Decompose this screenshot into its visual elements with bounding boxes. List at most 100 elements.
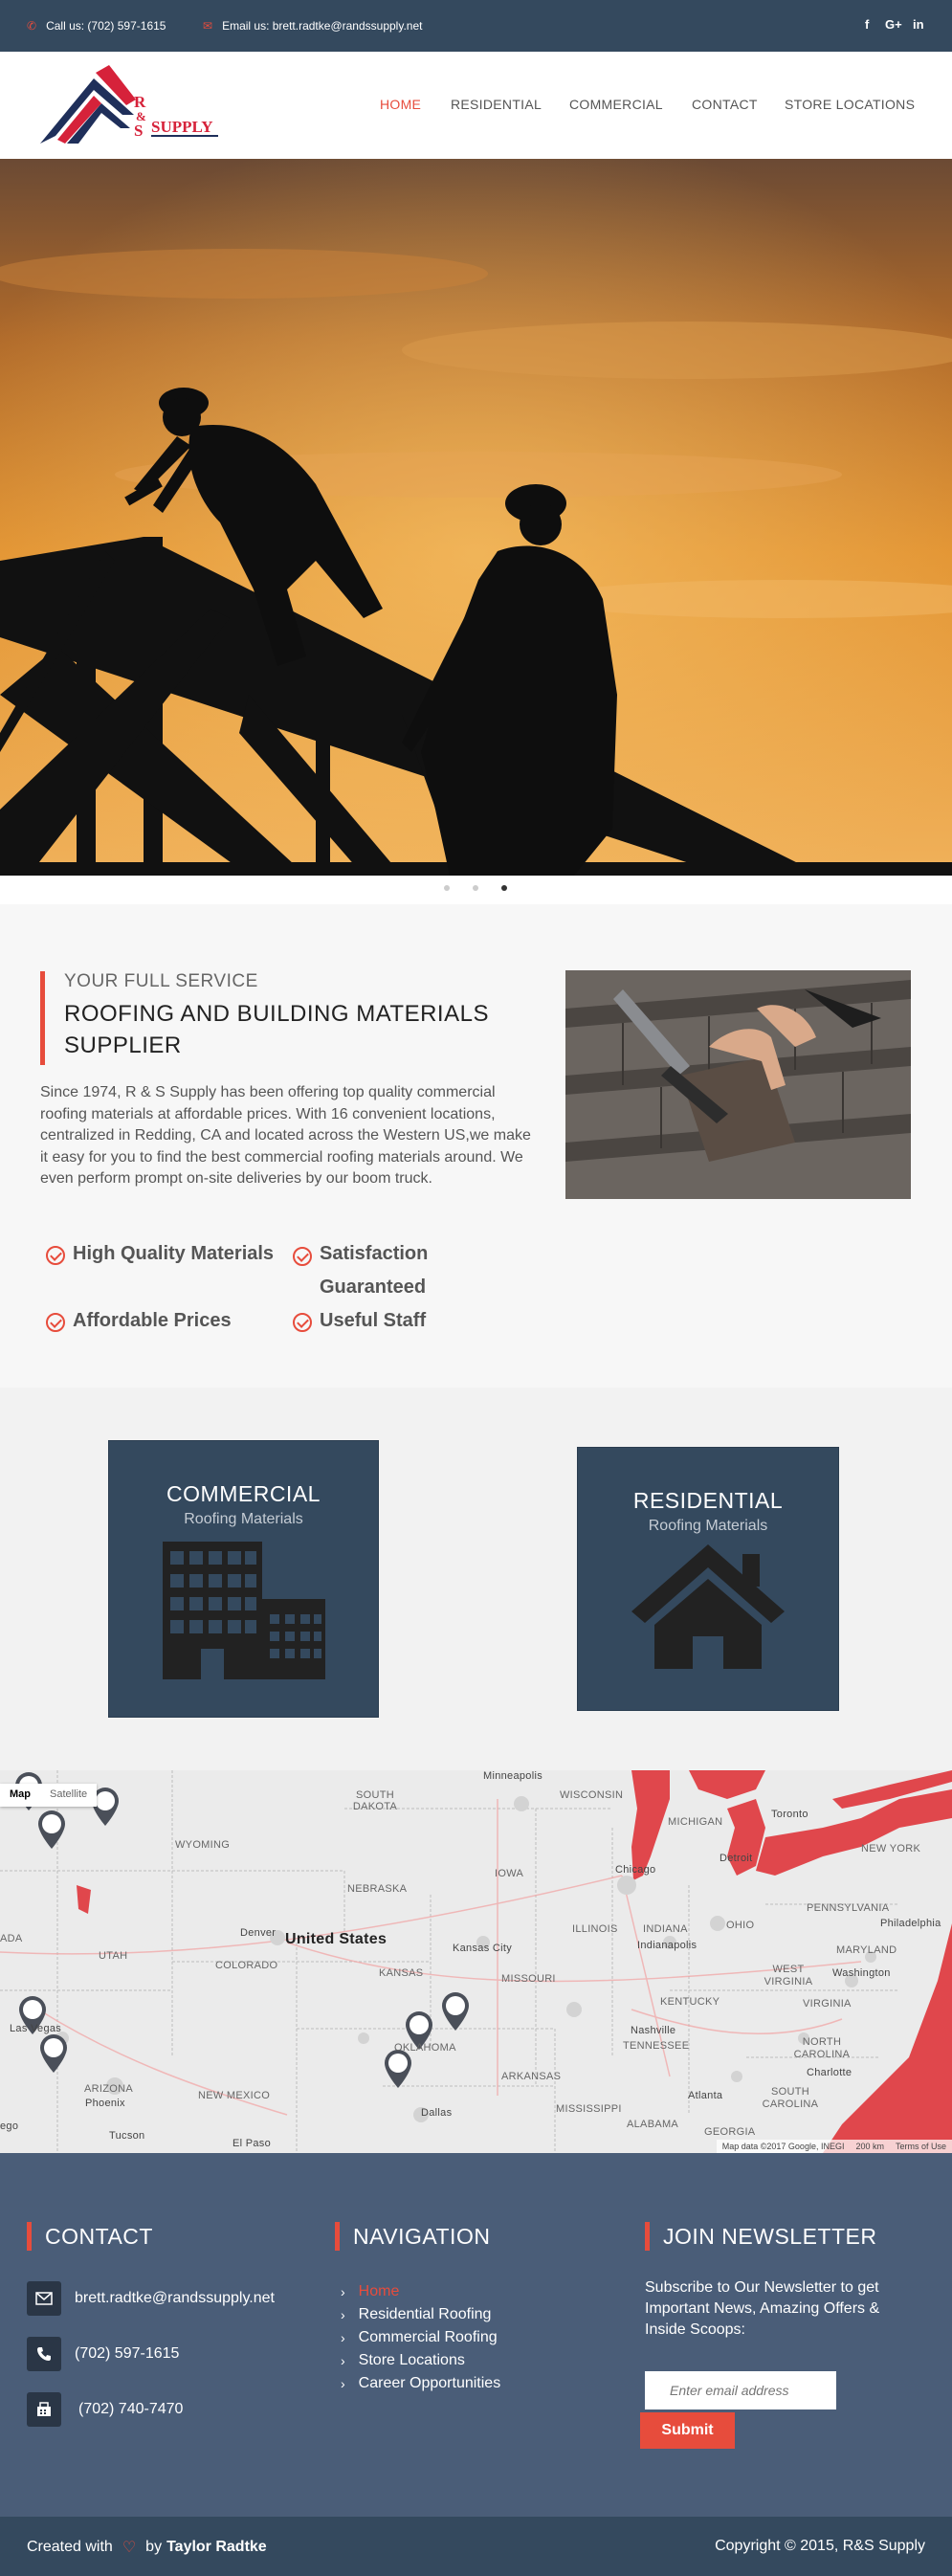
map-label: OHIO [726, 1920, 755, 1931]
feature-staff: Useful Staff [293, 1310, 426, 1332]
hero-slider [0, 159, 952, 876]
footer-link-careers[interactable]: › Career Opportunities [341, 2375, 500, 2392]
footer-link-commercial[interactable]: › Commercial Roofing [341, 2329, 498, 2346]
map-label: UTAH [99, 1950, 128, 1962]
map-city: Atlanta [688, 2090, 723, 2101]
call-text: Call us: (702) 597-1615 [46, 19, 166, 33]
map-city: Dallas [421, 2107, 453, 2119]
email-text: Email us: brett.radtke@randssupply.net [222, 19, 423, 33]
map-label: PENNSYLVANIA [807, 1902, 890, 1914]
map-label: WISCONSIN [560, 1789, 624, 1801]
envelope-icon: ✉ [203, 19, 213, 33]
linkedin-icon[interactable]: in [913, 17, 924, 32]
nav-residential[interactable]: RESIDENTIAL [451, 97, 542, 112]
map-label: MICHIGAN [668, 1816, 723, 1828]
footer-phone[interactable]: (702) 597-1615 [27, 2337, 179, 2371]
slider-dots [0, 876, 952, 904]
map-label: ARIZONA [84, 2083, 133, 2095]
about-heading: YOUR FULL SERVICE ROOFING AND BUILDING M… [40, 971, 538, 1065]
map-label: INDIANA [643, 1923, 688, 1935]
fax-icon [27, 2392, 61, 2427]
logo[interactable]: R & S SUPPLY [38, 65, 230, 147]
map-label: ARKANSAS [501, 2071, 562, 2082]
footer-fax-text: (702) 740-7470 [78, 2401, 184, 2417]
footer-link-home[interactable]: › Home [341, 2283, 399, 2300]
site-footer: CONTACT NAVIGATION JOIN NEWSLETTER brett… [0, 2153, 952, 2517]
footer-nav-title: NAVIGATION [335, 2222, 490, 2251]
footer-fax: (702) 740-7470 [27, 2392, 183, 2427]
map-city: Philadelphia [880, 1918, 941, 1929]
map-label: ADA [0, 1933, 23, 1944]
map-city: Indianapolis [637, 1940, 697, 1951]
map-label: KENTUCKY [660, 1996, 720, 2008]
phone-icon [27, 2337, 61, 2371]
residential-card[interactable]: RESIDENTIAL Roofing Materials [577, 1447, 839, 1711]
footer-link-label: Store Locations [358, 2352, 465, 2368]
map-city: ego [0, 2121, 19, 2132]
footer-contact-title: CONTACT [27, 2222, 153, 2251]
map-label: MARYLAND [836, 1944, 897, 1956]
facebook-icon[interactable]: f [865, 17, 869, 32]
map-type-control: Map Satellite [0, 1784, 98, 1807]
residential-subtitle: Roofing Materials [648, 1518, 768, 1534]
email-info[interactable]: ✉ Email us: brett.radtke@randssupply.net [203, 19, 422, 33]
map-label: SOUTH CAROLINA [762, 2086, 819, 2110]
map-city: Minneapolis [483, 1770, 543, 1782]
site-header: R & S SUPPLY HOME RESIDENTIAL COMMERCIAL… [0, 52, 952, 159]
newsletter-submit-button[interactable]: Submit [640, 2412, 735, 2449]
footer-link-residential[interactable]: › Residential Roofing [341, 2306, 491, 2323]
newsletter-email-input[interactable] [645, 2371, 836, 2409]
map-type-map[interactable]: Map [0, 1784, 40, 1807]
footer-link-label: Commercial Roofing [358, 2329, 498, 2345]
footer-link-label: Residential Roofing [358, 2306, 492, 2322]
nav-commercial[interactable]: COMMERCIAL [569, 97, 663, 112]
map-data-text: Map data ©2017 Google, INEGI [721, 2142, 845, 2151]
footer-email-text: brett.radtke@randssupply.net [75, 2290, 275, 2306]
hero-image [0, 159, 952, 876]
footer-link-label: Career Opportunities [358, 2375, 501, 2391]
copyright: Copyright © 2015, R&S Supply [715, 2538, 925, 2554]
map-terms-link[interactable]: Terms of Use [896, 2142, 946, 2151]
check-icon [293, 1247, 312, 1266]
credit-author[interactable]: Taylor Radtke [166, 2539, 267, 2556]
google-plus-icon[interactable]: G+ [885, 17, 902, 32]
map-label: TENNESSEE [623, 2040, 690, 2052]
nav-contact[interactable]: CONTACT [692, 97, 758, 112]
svg-text:SUPPLY: SUPPLY [151, 118, 213, 136]
map-label: GEORGIA [704, 2126, 756, 2138]
nav-store-locations[interactable]: STORE LOCATIONS [785, 97, 915, 112]
credit: Created with ♡ by Taylor Radtke [27, 2538, 267, 2557]
map-label: NORTH CAROLINA [793, 2036, 851, 2060]
footer-email[interactable]: brett.radtke@randssupply.net [27, 2281, 275, 2316]
map-city: Charlotte [807, 2067, 852, 2078]
residential-title: RESIDENTIAL [632, 1488, 784, 1513]
footer-link-stores[interactable]: › Store Locations [341, 2352, 465, 2369]
footer-link-label: Home [358, 2283, 400, 2299]
commercial-card[interactable]: COMMERCIAL Roofing Materials [108, 1440, 379, 1718]
envelope-icon [27, 2281, 61, 2316]
about-subtitle: YOUR FULL SERVICE [64, 971, 258, 991]
slider-dot-3[interactable] [501, 885, 507, 891]
feature-prices: Affordable Prices [46, 1310, 232, 1332]
commercial-title: COMMERCIAL [166, 1481, 321, 1506]
slider-dot-1[interactable] [444, 885, 450, 891]
feature-satisfaction: Satisfaction Guaranteed [293, 1237, 446, 1304]
call-info[interactable]: ✆ Call us: (702) 597-1615 [27, 19, 166, 33]
map-city: Chicago [615, 1864, 656, 1876]
map-type-satellite[interactable]: Satellite [40, 1784, 97, 1807]
map-label: ILLINOIS [572, 1923, 618, 1935]
commercial-subtitle: Roofing Materials [184, 1511, 303, 1527]
chevron-right-icon: › [341, 2330, 345, 2345]
map-label: MISSISSIPPI [556, 2103, 622, 2115]
top-bar: ✆ Call us: (702) 597-1615 ✉ Email us: br… [0, 0, 952, 52]
slider-dot-2[interactable] [473, 885, 478, 891]
map-label: ALABAMA [627, 2119, 679, 2130]
map-attribution: Map data ©2017 Google, INEGI 200 km Term… [716, 2140, 952, 2153]
store-map[interactable]: Map Satellite SOUTH DAKOTA WISCONSIN MIC… [0, 1770, 952, 2153]
feature-label: Affordable Prices [73, 1310, 232, 1331]
footer-newsletter-title: JOIN NEWSLETTER [645, 2222, 876, 2251]
map-label: KANSAS [379, 1967, 424, 1979]
map-label: WEST VIRGINIA [764, 1964, 813, 1988]
map-city: Detroit [720, 1853, 753, 1864]
nav-home[interactable]: HOME [380, 97, 421, 112]
